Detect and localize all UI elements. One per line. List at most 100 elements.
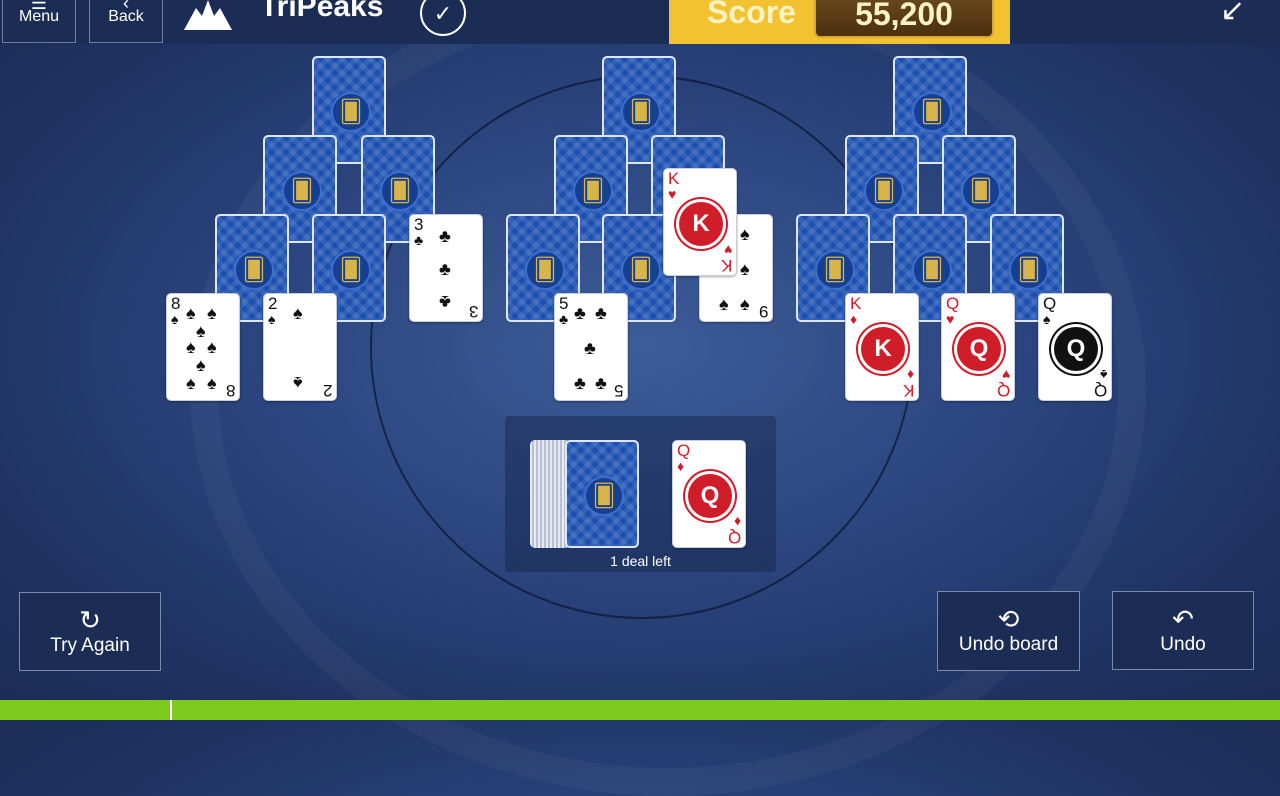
card-pip: ♣ xyxy=(574,373,586,393)
undo-label: Undo xyxy=(1160,633,1206,655)
cards-emblem-icon: 🂠 xyxy=(380,171,420,211)
cards-emblem-icon: 🂠 xyxy=(912,92,952,132)
undo-arrow-icon: ↶ xyxy=(1172,603,1194,634)
card-rank: 5 xyxy=(613,381,623,400)
card-pip: ♠ xyxy=(293,373,303,393)
cards-emblem-icon: 🂠 xyxy=(331,92,371,132)
undo-board-icon: ⟲ xyxy=(997,604,1020,634)
collapse-arrow-icon[interactable]: ↙ xyxy=(1220,0,1250,26)
card-rank: 9 xyxy=(758,302,768,321)
card-suit: ♦ xyxy=(677,458,685,474)
card-pip: ♠ xyxy=(207,337,217,357)
card-rank: K xyxy=(668,169,680,188)
cards-emblem-icon: 🂠 xyxy=(864,171,904,211)
card-suit: ♠ xyxy=(268,311,276,327)
card-suit: ♥ xyxy=(723,242,732,258)
card-suit: ♦ xyxy=(906,367,914,383)
menu-button[interactable]: ☰ Menu xyxy=(2,0,76,43)
card-pip: ♠ xyxy=(740,294,750,314)
card-pip: ♣ xyxy=(439,226,451,246)
card-pip: ♠ xyxy=(740,259,750,279)
card-pip: ♠ xyxy=(186,337,196,357)
card-rank: Q xyxy=(946,294,960,313)
queen-face-emblem: Q xyxy=(688,474,732,518)
card-pip: ♠ xyxy=(196,321,206,341)
card-rank: 8 xyxy=(225,381,235,400)
card-suit: ♣ xyxy=(414,232,424,248)
undo-button[interactable]: ↶ Undo xyxy=(1112,591,1254,670)
card-pip: ♠ xyxy=(186,373,196,393)
cards-emblem-icon: 🂠 xyxy=(961,171,1001,211)
card-rank: 2 xyxy=(268,294,278,313)
card-3-clubs[interactable]: 3 ♣ ♣ ♣ ♣ 3 xyxy=(409,214,483,322)
card-rank: 8 xyxy=(171,294,181,313)
card-suit: ♥ xyxy=(946,311,955,327)
waste-card-queen-diamonds: Q ♦ Q ♦ Q xyxy=(672,440,746,548)
card-rank: 2 xyxy=(322,381,332,400)
card-rank: 3 xyxy=(414,215,424,234)
cards-emblem-icon: 🂠 xyxy=(815,250,855,290)
card-suit: ♠ xyxy=(1043,311,1051,327)
card-pip: ♠ xyxy=(719,294,729,314)
card-pip: ♠ xyxy=(740,224,750,244)
hamburger-icon: ☰ xyxy=(30,0,48,13)
card-pip: ♠ xyxy=(196,355,206,375)
stock-waste-area: 🂠 Q ♦ Q ♦ Q 1 deal left xyxy=(505,416,776,572)
queen-face-emblem: Q xyxy=(1054,327,1098,371)
try-again-label: Try Again xyxy=(50,634,130,656)
score-value: 55,200 xyxy=(814,0,994,38)
deals-left-text: 1 deal left xyxy=(610,553,671,569)
card-suit: ♠ xyxy=(171,311,179,327)
goal-bar xyxy=(0,700,1280,720)
king-face-emblem: K xyxy=(861,327,905,371)
back-button[interactable]: ‹ Back xyxy=(89,0,163,43)
queen-face-emblem: Q xyxy=(957,327,1001,371)
cards-emblem-icon: 🂠 xyxy=(573,171,613,211)
card-suit: ♦ xyxy=(733,514,741,530)
card-5-clubs[interactable]: 5 ♣ ♣ ♣ ♣ ♣ ♣ 5 xyxy=(554,293,628,401)
card-pip: ♠ xyxy=(293,303,303,323)
card-pip: ♣ xyxy=(584,338,596,358)
refresh-icon: ↻ xyxy=(79,604,101,635)
card-king-hearts[interactable]: K ♥ K ♥ K xyxy=(663,168,737,276)
try-again-button[interactable]: ↻ Try Again xyxy=(19,592,161,671)
card-suit: ♠ xyxy=(1099,367,1107,383)
card-rank: K xyxy=(902,381,914,400)
card-suit: ♣ xyxy=(559,311,569,327)
card-pip: ♣ xyxy=(595,373,607,393)
stock-pile-edges xyxy=(530,440,570,548)
card-rank: 3 xyxy=(468,302,478,321)
card-8-spades[interactable]: 8 ♠ ♠ ♠ ♠ ♠ ♠ ♠ ♠ ♠ 8 xyxy=(166,293,240,401)
cards-emblem-icon: 🂠 xyxy=(1009,250,1049,290)
cards-emblem-icon: 🂠 xyxy=(282,171,322,211)
card-suit: ♥ xyxy=(668,186,677,202)
card-queen-spades[interactable]: Q ♠ Q ♠ Q xyxy=(1038,293,1112,401)
card-pip: ♠ xyxy=(207,303,217,323)
cards-emblem-icon: 🂠 xyxy=(331,250,371,290)
stock-pile[interactable]: 🂠 xyxy=(565,440,639,548)
card-pip: ♣ xyxy=(574,303,586,323)
cards-emblem-icon: 🂠 xyxy=(621,92,661,132)
card-pip: ♣ xyxy=(439,259,451,279)
undo-board-button[interactable]: ⟲ Undo board xyxy=(937,591,1080,671)
card-rank: Q xyxy=(1043,294,1057,313)
card-rank: 5 xyxy=(559,294,569,313)
cards-emblem-icon: 🂠 xyxy=(584,476,624,516)
score-label: Score xyxy=(707,0,796,30)
card-2-spades[interactable]: 2 ♠ ♠ ♠ 2 xyxy=(263,293,337,401)
score-panel: Score 55,200 xyxy=(669,0,1010,44)
card-queen-hearts[interactable]: Q ♥ Q ♥ Q xyxy=(941,293,1015,401)
card-king-diamonds[interactable]: K ♦ K ♦ K xyxy=(845,293,919,401)
card-pip: ♠ xyxy=(186,303,196,323)
card-rank: K xyxy=(720,256,732,275)
peaks-logo-icon xyxy=(184,0,232,30)
cards-emblem-icon: 🂠 xyxy=(621,250,661,290)
cards-emblem-icon: 🂠 xyxy=(234,250,274,290)
goal-bar-divider xyxy=(170,700,172,720)
card-rank: Q xyxy=(727,528,741,547)
card-rank: Q xyxy=(1093,381,1107,400)
card-rank: Q xyxy=(996,381,1010,400)
cards-emblem-icon: 🂠 xyxy=(525,250,565,290)
card-pip: ♠ xyxy=(207,373,217,393)
card-rank: K xyxy=(850,294,862,313)
